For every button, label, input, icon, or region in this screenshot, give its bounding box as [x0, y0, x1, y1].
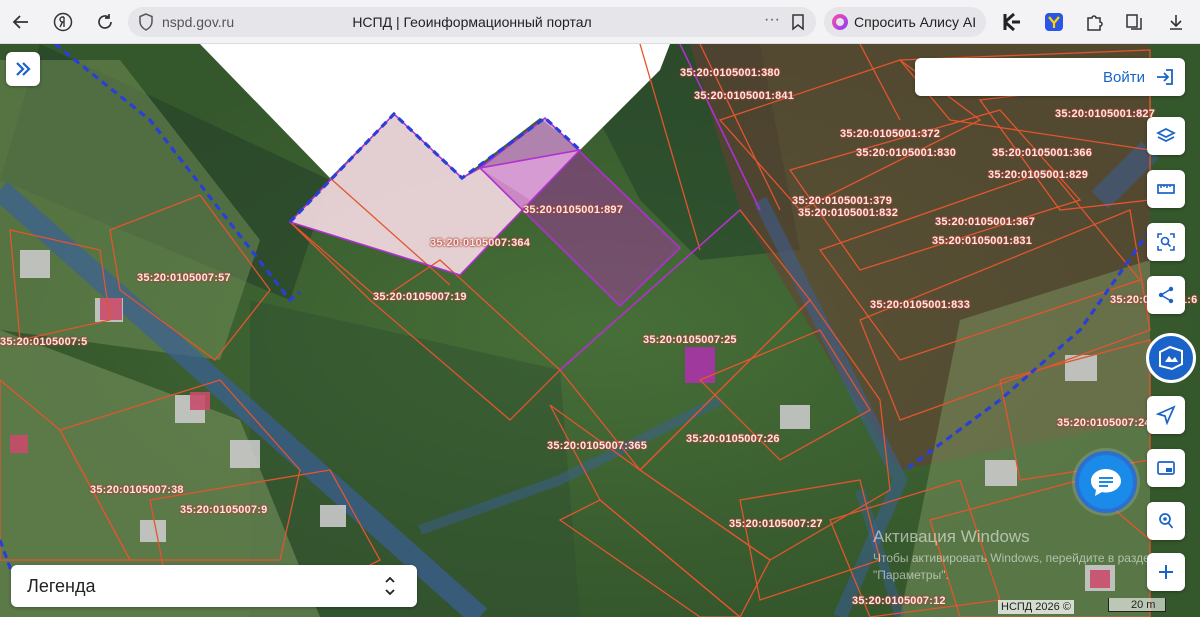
parcel-label[interactable]: 35:20:0105001:833	[870, 299, 970, 311]
legend-label: Легенда	[27, 576, 96, 596]
parcel-label[interactable]: 35:20:0105007:12	[852, 595, 946, 607]
double-chevron-right-icon	[16, 62, 31, 76]
back-arrow-icon[interactable]	[8, 9, 34, 35]
share-button[interactable]	[1147, 276, 1185, 314]
share-icon	[1158, 286, 1174, 304]
windows-activation-text: Чтобы активировать Windows, перейдите в …	[873, 551, 1157, 582]
ruler-icon	[1157, 184, 1175, 194]
ruler-button[interactable]	[1147, 170, 1185, 208]
parcel-label[interactable]: 35:20:0105007:5	[0, 336, 87, 348]
page-title: НСПД | Геоинформационный портал	[352, 14, 592, 30]
search-place-icon	[1159, 513, 1174, 529]
parcel-label[interactable]: 35:20:0105007:25	[643, 334, 737, 346]
yandex-market-extension-icon[interactable]	[1042, 10, 1066, 34]
browser-toolbar: nspd.gov.ru НСПД | Геоинформационный пор…	[0, 0, 1200, 44]
parcel-label[interactable]: 35:20:0105007:57	[137, 272, 231, 284]
scale-label: 20 m	[1131, 599, 1156, 611]
parcel-label[interactable]: 35:20:0105007:26	[686, 433, 780, 445]
login-label: Войти	[1103, 69, 1145, 86]
download-icon[interactable]	[1164, 10, 1188, 34]
legend-panel[interactable]: Легенда	[11, 565, 417, 607]
layers-icon	[1156, 128, 1176, 142]
bookmark-icon[interactable]	[790, 13, 806, 31]
copyright-text: НСПД 2026 ©	[998, 600, 1074, 614]
parcel-label[interactable]: 35:20:0105007:365	[547, 440, 647, 452]
parcel-label[interactable]: 35:20:0105001:372	[840, 128, 940, 140]
parcel-label[interactable]: 35:20:0105001:367	[935, 216, 1035, 228]
login-icon	[1157, 69, 1173, 85]
area-search-icon	[1157, 233, 1175, 251]
geolocation-button[interactable]	[1147, 396, 1185, 434]
parcel-label[interactable]: 35:20:0105001:827	[1055, 108, 1155, 120]
parcel-label[interactable]: 35:20:0105001:897	[523, 204, 623, 216]
parcel-label[interactable]: 35:20:0105007:27	[729, 518, 823, 530]
parcel-label[interactable]: 35:20:0105001:366	[992, 147, 1092, 159]
minimap-button[interactable]	[1147, 449, 1185, 487]
parcel-label[interactable]: 35:20:0105001:380	[680, 67, 780, 79]
gosuslugi-button[interactable]	[1146, 333, 1196, 383]
parcel-label[interactable]: 35:20:0105007:19	[373, 291, 467, 303]
yandex-logo-icon[interactable]	[50, 9, 76, 35]
reload-icon[interactable]	[92, 9, 118, 35]
alice-icon	[832, 14, 848, 30]
expand-sidebar-button[interactable]	[6, 52, 40, 86]
address-bar[interactable]: nspd.gov.ru НСПД | Геоинформационный пор…	[128, 7, 816, 37]
chevron-up-down-icon[interactable]	[383, 573, 397, 599]
minimap-icon	[1157, 461, 1175, 475]
chat-button[interactable]	[1075, 451, 1137, 513]
parcel-label[interactable]: 35:20:0105001:831	[932, 235, 1032, 247]
more-dots-icon[interactable]: ···	[764, 11, 780, 29]
parcel-label[interactable]: 35:20:0105007:9	[180, 504, 267, 516]
collections-icon[interactable]	[1122, 10, 1146, 34]
extensions-puzzle-icon[interactable]	[1082, 10, 1106, 34]
parcel-label[interactable]: 35:20:0105001:841	[694, 90, 794, 102]
chat-bubble-icon	[1091, 469, 1121, 496]
parcel-label[interactable]: 35:20:0105001:830	[856, 147, 956, 159]
windows-activation-title: Активация Windows	[873, 527, 1030, 546]
layers-button[interactable]	[1147, 117, 1185, 155]
login-button[interactable]: Войти	[915, 58, 1185, 96]
kinopoisk-extension-icon[interactable]	[1000, 10, 1024, 34]
navigation-arrow-icon	[1156, 405, 1176, 425]
ask-alice-label: Спросить Алису AI	[854, 14, 977, 30]
ask-alice-button[interactable]: Спросить Алису AI	[824, 7, 986, 37]
area-search-button[interactable]	[1147, 223, 1185, 261]
parcel-label[interactable]: 35:20:0105001:832	[798, 207, 898, 219]
parcel-label[interactable]: 35:20:0105007:364	[430, 237, 530, 249]
gosuslugi-icon	[1159, 345, 1183, 371]
search-place-button[interactable]	[1147, 502, 1185, 540]
parcel-label[interactable]: 35:20:0105001:379	[792, 195, 892, 207]
parcel-label[interactable]: 35:20:0105007:24	[1057, 417, 1151, 429]
parcel-label[interactable]: 35:20:0105001:829	[988, 169, 1088, 181]
parcel-label[interactable]: 35:20:0105007:38	[90, 484, 184, 496]
scale-bar: 20 m	[1108, 598, 1166, 612]
